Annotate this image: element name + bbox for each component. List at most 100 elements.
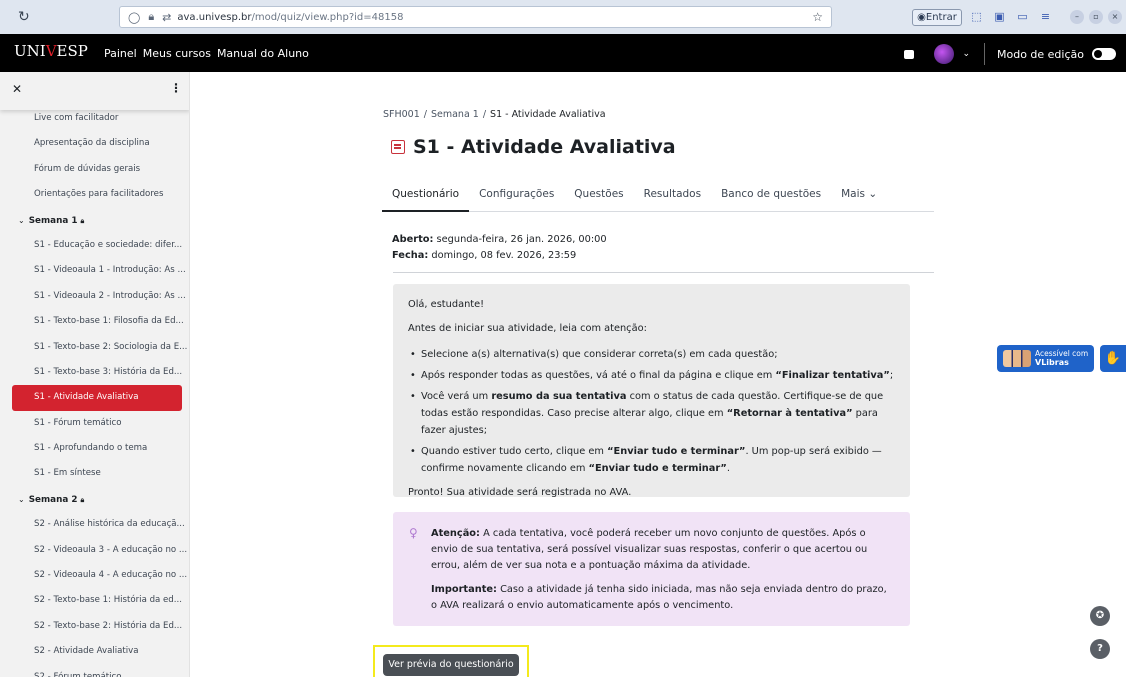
section-semana-1[interactable]: ⌄ Semana 1 🔒︎ bbox=[0, 208, 189, 233]
sidebar-item[interactable]: S1 - Videoaula 1 - Introdução: As ... bbox=[0, 258, 189, 283]
nav-manual[interactable]: Manual do Aluno bbox=[217, 47, 309, 60]
text-bold: “Enviar tudo e terminar” bbox=[607, 446, 746, 457]
sidebar-item[interactable]: S2 - Análise histórica da educaçã... bbox=[0, 512, 189, 537]
tab-questionario[interactable]: Questionário bbox=[382, 180, 470, 212]
sidebar-item[interactable]: Apresentação da disciplina bbox=[0, 131, 189, 156]
breadcrumb-course[interactable]: SFH001 bbox=[383, 109, 420, 120]
logo-post: ESP bbox=[56, 42, 88, 60]
permissions-icon[interactable]: ⇄ bbox=[162, 11, 171, 24]
chevron-down-icon[interactable]: ⌄ bbox=[962, 49, 970, 59]
list-item: Você verá um resumo da sua tentativa com… bbox=[408, 388, 895, 439]
sidebar-item[interactable]: S2 - Videoaula 4 - A educação no ... bbox=[0, 563, 189, 588]
nav-meus-cursos[interactable]: Meus cursos bbox=[143, 47, 211, 60]
close-icon[interactable]: ✕ bbox=[12, 82, 22, 96]
breadcrumb: SFH001/Semana 1/S1 - Atividade Avaliativ… bbox=[383, 109, 606, 120]
activity-dates: Aberto: segunda-feira, 26 jan. 2026, 00:… bbox=[392, 232, 607, 264]
vlibras-widget[interactable]: Acessível com VLibras bbox=[997, 345, 1094, 372]
sidebar-item[interactable]: S1 - Texto-base 2: Sociologia da E... bbox=[0, 335, 189, 360]
help-button[interactable]: ? bbox=[1090, 639, 1110, 659]
sidebar-item[interactable]: Orientações para facilitadores bbox=[0, 182, 189, 207]
secondary-nav: Questionário Configurações Questões Resu… bbox=[382, 180, 934, 212]
page-title: S1 - Atividade Avaliativa bbox=[413, 136, 676, 158]
breadcrumb-section[interactable]: Semana 1 bbox=[431, 109, 479, 120]
edit-mode-label: Modo de edição bbox=[996, 47, 1084, 61]
course-index-list: Live com facilitador Apresentação da dis… bbox=[0, 106, 189, 677]
sidebar-item[interactable]: S2 - Atividade Avaliativa bbox=[0, 639, 189, 664]
nav-links: Painel Meus cursos Manual do Aluno bbox=[104, 47, 309, 60]
shield-icon: ◯ bbox=[128, 10, 141, 24]
sidebar-item[interactable]: S1 - Videoaula 2 - Introdução: As ... bbox=[0, 284, 189, 309]
nav-painel[interactable]: Painel bbox=[104, 47, 137, 60]
lock-icon: 🔒︎ bbox=[80, 495, 85, 504]
sidebar-item[interactable]: S1 - Em síntese bbox=[0, 461, 189, 486]
instructions-list: Selecione a(s) alternativa(s) que consid… bbox=[408, 346, 895, 477]
sidebar-item[interactable]: S2 - Videoaula 3 - A educação no ... bbox=[0, 538, 189, 563]
close-label: Fecha: bbox=[392, 250, 429, 261]
vlibras-line2: VLibras bbox=[1035, 358, 1094, 367]
sidebar-toggle-icon[interactable]: ▭ bbox=[1014, 8, 1031, 25]
sidebar-item-active[interactable]: S1 - Atividade Avaliativa bbox=[12, 385, 182, 411]
main-content: SFH001/Semana 1/S1 - Atividade Avaliativ… bbox=[190, 72, 1126, 677]
accessibility-icon[interactable]: ✪ bbox=[1090, 606, 1110, 626]
vlibras-avatars-icon bbox=[1003, 350, 1031, 367]
minimize-icon[interactable]: – bbox=[1070, 10, 1084, 24]
kebab-menu-icon[interactable]: ⋮ bbox=[170, 81, 182, 95]
edit-mode-toggle[interactable] bbox=[1092, 48, 1116, 60]
url-path: /mod/quiz/view.php?id=48158 bbox=[251, 11, 404, 23]
menu-icon[interactable]: ≡ bbox=[1037, 8, 1054, 25]
sidebar-item[interactable]: S1 - Texto-base 3: História da Ed... bbox=[0, 360, 189, 385]
browser-toolbar: ↻ ◯ 🔒︎ ⇄ ava.univesp.br/mod/quiz/view.ph… bbox=[0, 0, 1126, 34]
breadcrumb-sep: / bbox=[482, 109, 487, 120]
vlibras-line1: Acessível com bbox=[1035, 349, 1089, 358]
address-bar[interactable]: ◯ 🔒︎ ⇄ ava.univesp.br/mod/quiz/view.php?… bbox=[119, 6, 832, 28]
maximize-icon[interactable]: ▫ bbox=[1089, 10, 1103, 24]
sidebar-item[interactable]: S1 - Aprofundando o tema bbox=[0, 436, 189, 461]
browser-icons: ⬚ ▣ ▭ ≡ bbox=[968, 8, 1054, 25]
text: Você verá um bbox=[421, 391, 492, 402]
sign-in-button[interactable]: ◉ Entrar bbox=[912, 9, 962, 26]
course-index-drawer: ✕ ⋮ Live com facilitador Apresentação da… bbox=[0, 72, 190, 677]
text-bold: “Retornar à tentativa” bbox=[726, 408, 853, 419]
reload-icon[interactable]: ↻ bbox=[18, 9, 30, 25]
lock-icon: 🔒︎ bbox=[148, 10, 155, 23]
open-label: Aberto: bbox=[392, 234, 434, 245]
sidebar-item[interactable]: Fórum de dúvidas gerais bbox=[0, 157, 189, 182]
extension-icon[interactable]: ⬚ bbox=[968, 8, 985, 25]
bookmark-star-icon[interactable]: ☆ bbox=[812, 10, 823, 24]
messages-icon[interactable] bbox=[904, 49, 915, 59]
sidebar-item[interactable]: S2 - Texto-base 2: História da Ed... bbox=[0, 614, 189, 639]
chevron-down-icon: ⌄ bbox=[18, 494, 25, 504]
sidebar-item[interactable]: S1 - Educação e sociedade: difer... bbox=[0, 233, 189, 258]
tab-questoes[interactable]: Questões bbox=[564, 180, 633, 212]
avatar[interactable] bbox=[934, 44, 955, 64]
tab-banco-de-questoes[interactable]: Banco de questões bbox=[711, 180, 831, 212]
tab-icon[interactable]: ▣ bbox=[991, 8, 1008, 25]
greeting: Olá, estudante! bbox=[408, 299, 485, 310]
tab-mais-label: Mais bbox=[841, 188, 865, 200]
list-item: Após responder todas as questões, vá até… bbox=[408, 367, 895, 384]
text: Após responder todas as questões, vá até… bbox=[421, 370, 776, 381]
lightbulb-icon: ♀ bbox=[409, 526, 418, 540]
section-label: Semana 1 bbox=[28, 215, 78, 226]
tab-mais[interactable]: Mais ⌄ bbox=[831, 180, 887, 212]
sidebar-item[interactable]: S1 - Texto-base 1: Filosofia da Ed... bbox=[0, 309, 189, 334]
sidebar-item[interactable]: S2 - Fórum temático bbox=[0, 665, 189, 677]
univesp-logo[interactable]: UNIVESP bbox=[14, 42, 88, 60]
vlibras-name: VLibras bbox=[1035, 358, 1069, 367]
tab-resultados[interactable]: Resultados bbox=[634, 180, 711, 212]
section-semana-2[interactable]: ⌄ Semana 2 🔒︎ bbox=[0, 487, 189, 512]
close-window-icon[interactable]: × bbox=[1108, 10, 1122, 24]
lock-icon: 🔒︎ bbox=[80, 216, 85, 225]
top-navbar: UNIVESP Painel Meus cursos Manual do Alu… bbox=[0, 34, 1126, 72]
page-header: S1 - Atividade Avaliativa bbox=[391, 136, 676, 158]
breadcrumb-sep: / bbox=[423, 109, 427, 120]
sidebar-item[interactable]: S1 - Fórum temático bbox=[0, 411, 189, 436]
tab-configuracoes[interactable]: Configurações bbox=[469, 180, 564, 212]
intro: Antes de iniciar sua atividade, leia com… bbox=[408, 323, 647, 334]
sign-in-label: Entrar bbox=[925, 12, 957, 23]
text: A cada tentativa, você poderá receber um… bbox=[431, 528, 868, 571]
preview-quiz-button[interactable]: Ver prévia do questionário bbox=[383, 654, 519, 676]
alert-attention: Atenção: A cada tentativa, você poderá r… bbox=[431, 526, 895, 574]
hand-sign-icon[interactable]: ✋ bbox=[1100, 345, 1126, 372]
sidebar-item[interactable]: S2 - Texto-base 1: História da ed... bbox=[0, 588, 189, 613]
